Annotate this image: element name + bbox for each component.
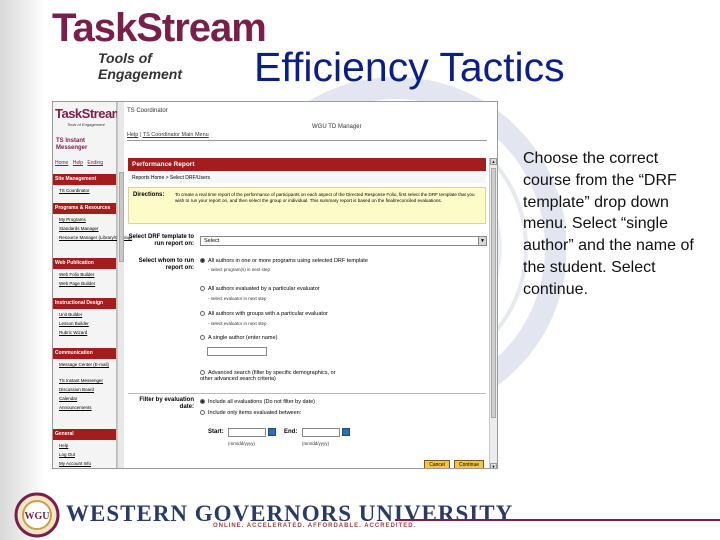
sidebar-link-rubric-wizard[interactable]: Rubric Wizard bbox=[59, 330, 87, 335]
sidebar-link-discussion-board[interactable]: Discussion Board bbox=[59, 387, 94, 392]
seal-initials: WGU bbox=[25, 511, 50, 522]
sidebar-link-ts-coordinator[interactable]: TS Coordinator bbox=[59, 188, 90, 193]
end-date-format: (mm/dd/yyyy) bbox=[302, 441, 329, 446]
option-authors-groups-evaluator[interactable]: All authors with groups with a particula… bbox=[200, 311, 328, 317]
select-whom-label: Select whom to run report on: bbox=[138, 258, 194, 271]
sidebar-link-message-center[interactable]: Message Center (E-mail) bbox=[59, 362, 109, 367]
sidebar-section-site-management: Site Management bbox=[53, 174, 116, 185]
slide-left-bar bbox=[0, 0, 44, 540]
sidebar-link-account-info[interactable]: My Account Info bbox=[59, 461, 91, 466]
slide-title: Efficiency Tactics bbox=[254, 44, 565, 90]
sidebar-link-help[interactable]: Help bbox=[59, 443, 68, 448]
radio-unselected[interactable] bbox=[200, 286, 205, 292]
sidebar-section-web-publication: Web Publication bbox=[53, 258, 116, 269]
radio-unselected[interactable] bbox=[200, 370, 205, 376]
sidebar-link-unit-builder[interactable]: Unit Builder bbox=[59, 312, 82, 317]
sidebar-section-general: General bbox=[53, 429, 116, 440]
chevron-down-icon[interactable]: ▼ bbox=[478, 237, 486, 245]
sidebar-link-calendar[interactable]: Calendar bbox=[59, 396, 77, 401]
author-name-input[interactable] bbox=[207, 347, 267, 356]
header-main-menu-link[interactable]: TS Coordinator Main Menu bbox=[143, 132, 209, 138]
option-all-authors-programs[interactable]: All authors in one or more programs usin… bbox=[200, 258, 368, 264]
directions-label: Directions: bbox=[133, 192, 165, 198]
start-date-input[interactable] bbox=[228, 428, 266, 437]
radio-unselected[interactable] bbox=[200, 410, 205, 416]
directions-text: To create a real time report of the perf… bbox=[175, 192, 475, 204]
logo-tagline: Tools of Engagement bbox=[98, 50, 183, 82]
radio-selected[interactable] bbox=[200, 399, 205, 405]
radio-selected[interactable] bbox=[200, 258, 205, 264]
sidebar-link-log-out[interactable]: Log Out bbox=[59, 452, 75, 457]
nav-help[interactable]: Help bbox=[73, 160, 83, 166]
header-divider bbox=[127, 140, 487, 141]
taskstream-logo: TaskStream Tools of Engagement bbox=[52, 4, 267, 82]
breadcrumb[interactable]: Reports Home > Select DRF/Users bbox=[128, 173, 486, 183]
sidebar-scrollbar[interactable] bbox=[117, 102, 124, 468]
sidebar-section-communication: Communication bbox=[53, 348, 116, 359]
filter-between-dates[interactable]: Include only items evaluated between: bbox=[200, 410, 301, 416]
continue-button[interactable]: Continue bbox=[454, 460, 484, 468]
option-advanced-search[interactable]: Advanced search (filter by specific demo… bbox=[200, 370, 340, 382]
logo-wordmark: TaskStream bbox=[52, 6, 267, 50]
sidebar-link-web-folio-builder[interactable]: Web Folio Builder bbox=[59, 272, 94, 277]
embedded-screenshot: TaskStream Tools of Engagement TS Instan… bbox=[52, 101, 498, 469]
performance-report-title: Performance Report bbox=[128, 158, 486, 171]
nav-home[interactable]: Home bbox=[55, 160, 68, 166]
ts-main-panel: TS Coordinator WGU TD Manager Help | TS … bbox=[124, 102, 497, 468]
radio-unselected[interactable] bbox=[200, 311, 205, 317]
instant-messenger-link[interactable]: TS Instant Messenger bbox=[56, 138, 116, 152]
calendar-icon[interactable] bbox=[268, 428, 276, 436]
drf-template-value: Select bbox=[204, 238, 220, 244]
wgu-seal-icon: WGU bbox=[14, 492, 60, 538]
ts-top-nav: Home Help Ending bbox=[55, 160, 115, 170]
main-scrollbar[interactable]: ▲ ▼ bbox=[489, 158, 497, 468]
option-single-author[interactable]: A single author (enter name) bbox=[200, 335, 277, 341]
sidebar-link-standards-manager[interactable]: Standards Manager bbox=[59, 226, 99, 231]
sidebar-link-web-page-builder[interactable]: Web Page Builder bbox=[59, 281, 95, 286]
option-authors-by-evaluator[interactable]: All authors evaluated by a particular ev… bbox=[200, 286, 320, 292]
cancel-button[interactable]: Cancel bbox=[424, 460, 450, 468]
drf-template-label: Select DRF template to run report on: bbox=[128, 234, 194, 247]
ts-logo-tagline: Tools of Engagement bbox=[67, 122, 105, 127]
ts-logo: TaskStream bbox=[55, 106, 123, 121]
sidebar-section-instructional-design: Instructional Design bbox=[53, 298, 116, 309]
ts-sidebar: TaskStream Tools of Engagement TS Instan… bbox=[53, 102, 132, 468]
end-date-input[interactable] bbox=[302, 428, 340, 437]
scroll-down-icon[interactable]: ▼ bbox=[490, 463, 497, 468]
drf-template-select[interactable]: Select ▼ bbox=[200, 236, 487, 246]
sidebar-link-announcements[interactable]: Announcements bbox=[59, 405, 92, 410]
ts-header: TS Coordinator WGU TD Manager Help | TS … bbox=[124, 102, 497, 146]
header-help-link[interactable]: Help bbox=[127, 132, 138, 138]
start-date-format: (mm/dd/yyyy) bbox=[228, 441, 255, 446]
filter-include-all[interactable]: Include all evaluations (Do not filter b… bbox=[200, 399, 315, 405]
option-hint: - select program(s) in next step bbox=[208, 267, 271, 272]
instruction-text: Choose the correct course from the “DRF … bbox=[523, 150, 694, 298]
sidebar-link-instant-messenger[interactable]: TS Instant Messenger bbox=[59, 378, 103, 383]
start-date-label: Start: bbox=[208, 429, 224, 435]
header-links: Help | TS Coordinator Main Menu bbox=[127, 132, 209, 138]
coordinator-title: TS Coordinator bbox=[127, 108, 168, 114]
nav-ending[interactable]: Ending bbox=[87, 160, 103, 166]
filter-date-label: Filter by evaluation date: bbox=[139, 397, 194, 410]
radio-unselected[interactable] bbox=[200, 335, 205, 341]
option-hint: - select evaluator in next step bbox=[208, 321, 267, 326]
manager-title: WGU TD Manager bbox=[312, 124, 362, 130]
sidebar-link-lesson-builder[interactable]: Lesson Builder bbox=[59, 321, 89, 326]
footer-rule bbox=[395, 519, 720, 521]
option-hint: - select evaluator in next step bbox=[208, 296, 267, 301]
main-scroll-thumb[interactable] bbox=[491, 168, 496, 418]
sidebar-section-programs: Programs & Resources bbox=[53, 203, 116, 214]
footer-tagline: ONLINE. ACCELERATED. AFFORDABLE. ACCREDI… bbox=[213, 523, 417, 529]
scroll-up-icon[interactable]: ▲ bbox=[490, 158, 497, 165]
directions-box: Directions: To create a real time report… bbox=[128, 187, 486, 224]
section-divider bbox=[128, 393, 486, 394]
calendar-icon[interactable] bbox=[342, 428, 350, 436]
sidebar-link-my-programs[interactable]: My Programs bbox=[59, 217, 86, 222]
end-date-label: End: bbox=[284, 429, 298, 435]
